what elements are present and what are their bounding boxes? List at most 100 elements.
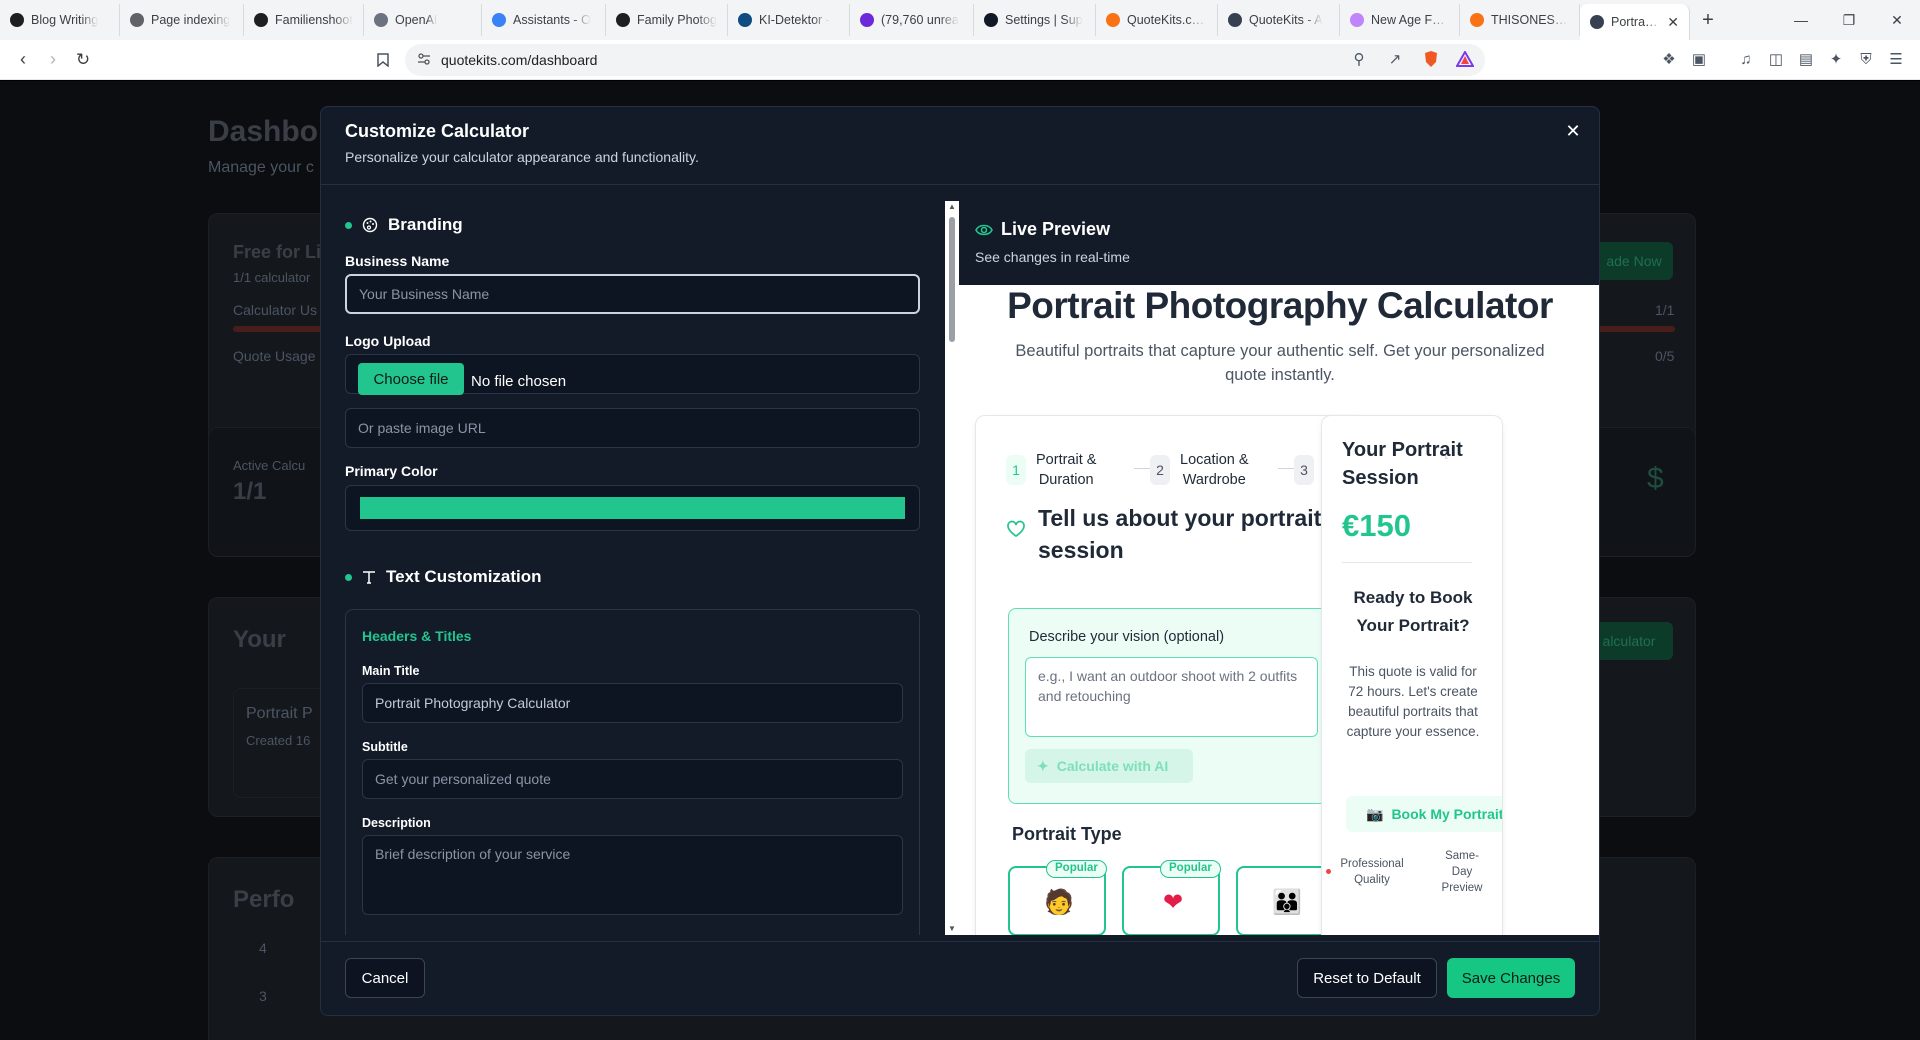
scroll-down-icon[interactable]: ▼ bbox=[948, 925, 956, 933]
share-icon[interactable]: ↗ bbox=[1384, 48, 1406, 70]
vision-placeholder: e.g., I want an outdoor shoot with 2 out… bbox=[1038, 668, 1298, 704]
quote-form-card: 1Portrait &Duration2Location &Wardrobe3A… bbox=[975, 415, 1365, 935]
browser-tab[interactable]: THISONESUR bbox=[1460, 4, 1580, 36]
browser-tab[interactable]: (79,760 unrea bbox=[850, 4, 974, 36]
dashboard-subtitle: Manage your c bbox=[208, 159, 314, 176]
new-tab-icon[interactable]: + bbox=[1690, 9, 1726, 32]
openai-icon bbox=[616, 13, 630, 27]
reset-default-button[interactable]: Reset to Default bbox=[1297, 958, 1437, 998]
description-textarea[interactable]: Brief description of your service bbox=[362, 835, 903, 915]
minimize-icon[interactable]: — bbox=[1778, 0, 1824, 40]
text-section-heading: Text Customization bbox=[345, 567, 542, 587]
browser-tab[interactable]: Assistants - O bbox=[482, 4, 606, 36]
browser-tab[interactable]: OpenAI bbox=[364, 4, 482, 36]
bookmark-icon[interactable] bbox=[372, 49, 394, 71]
heart-filled-icon: ❤ bbox=[1162, 889, 1184, 916]
browser-tab[interactable]: Family Photog bbox=[606, 4, 728, 36]
browser-tab[interactable]: Page indexing bbox=[120, 4, 244, 36]
browser-tab[interactable]: Settings | Sup bbox=[974, 4, 1096, 36]
text-customization-heading: Text Customization bbox=[386, 567, 542, 586]
modal-header: Customize Calculator Personalize your ca… bbox=[321, 107, 1599, 185]
text-icon bbox=[363, 571, 375, 584]
live-preview-title-row: Live Preview bbox=[975, 219, 1110, 240]
upgrade-button[interactable]: ade Now bbox=[1595, 242, 1673, 280]
portrait-type-card[interactable]: Popular ❤ bbox=[1122, 860, 1221, 935]
leo-ai-icon[interactable]: ✦ bbox=[1825, 48, 1847, 70]
portrait-type-card[interactable]: 👪 bbox=[1236, 866, 1334, 935]
logo-url-input[interactable]: Or paste image URL bbox=[345, 408, 920, 448]
brave-rewards-icon[interactable] bbox=[1454, 48, 1476, 70]
restore-icon[interactable]: ❐ bbox=[1826, 0, 1872, 40]
calc-usage-label: Calculator Us bbox=[233, 302, 318, 318]
step-item[interactable]: 1 Portrait & Duration bbox=[1006, 450, 1096, 490]
branding-heading: Branding bbox=[388, 215, 463, 234]
reload-icon[interactable]: ↻ bbox=[68, 45, 98, 75]
calculator-name: Portrait P bbox=[246, 705, 313, 722]
business-name-input[interactable]: Your Business Name bbox=[345, 274, 920, 314]
business-name-placeholder: Your Business Name bbox=[359, 286, 490, 302]
tab-title: Settings | Sup bbox=[1005, 13, 1083, 27]
browser-tab[interactable]: QuoteKits - A bbox=[1218, 4, 1340, 36]
cancel-button[interactable]: Cancel bbox=[345, 958, 425, 998]
browser-tab-strip: Blog Writing Page indexing Familienshoot Op… bbox=[0, 0, 1920, 40]
logo-file-input[interactable]: Choose file No file chosen bbox=[345, 354, 920, 395]
sidebar-icon[interactable]: ◫ bbox=[1765, 48, 1787, 70]
dollar-icon: $ bbox=[1647, 462, 1664, 495]
tab-title: New Age Foto bbox=[1371, 13, 1449, 27]
description-placeholder: Brief description of your service bbox=[375, 846, 571, 862]
browser-tab[interactable]: KI-Detektor - bbox=[728, 4, 850, 36]
step-label-line2: Wardrobe bbox=[1182, 472, 1246, 488]
step-number: 1 bbox=[1006, 455, 1026, 485]
scrollbar-thumb[interactable] bbox=[949, 217, 955, 342]
wallet-icon[interactable]: ▤ bbox=[1795, 48, 1817, 70]
address-bar[interactable]: quotekits.com/dashboard bbox=[405, 44, 1485, 76]
vision-textarea[interactable]: e.g., I want an outdoor shoot with 2 out… bbox=[1025, 657, 1318, 737]
choose-file-button[interactable]: Choose file bbox=[358, 363, 464, 395]
site-info-icon[interactable] bbox=[417, 52, 431, 66]
tab-title: QuoteKits.com bbox=[1127, 13, 1207, 27]
calculate-ai-button[interactable]: ✦ Calculate with AI bbox=[1025, 749, 1193, 783]
primary-color-input[interactable] bbox=[345, 485, 920, 531]
subtitle-placeholder: Get your personalized quote bbox=[375, 771, 551, 787]
portrait-type-card[interactable]: Popular 🧑 bbox=[1008, 860, 1107, 935]
feature-preview: Same-Day Preview bbox=[1441, 850, 1483, 894]
tab-title: Blog Writing bbox=[31, 13, 99, 27]
plan-sub: 1/1 calculator bbox=[233, 270, 311, 285]
scroll-up-icon[interactable]: ▲ bbox=[948, 203, 956, 211]
page-icon bbox=[1350, 13, 1364, 27]
menu-icon[interactable]: ☰ bbox=[1885, 48, 1907, 70]
browser-tab[interactable]: QuoteKits.com bbox=[1096, 4, 1218, 36]
business-name-label: Business Name bbox=[345, 253, 450, 269]
tab-close-icon[interactable]: ✕ bbox=[1667, 14, 1679, 31]
browser-tab[interactable]: Familienshoot bbox=[244, 4, 364, 36]
key-icon[interactable]: ⚲ bbox=[1348, 48, 1370, 70]
book-portrait-button[interactable]: 📷 Book My Portrait bbox=[1346, 796, 1502, 832]
person-icon: 🧑 bbox=[1044, 889, 1074, 916]
subtitle-input[interactable]: Get your personalized quote bbox=[362, 759, 903, 799]
brave-shield-icon[interactable] bbox=[1420, 48, 1442, 70]
extensions-icon[interactable]: ❖ bbox=[1658, 48, 1680, 70]
active-calc-value: 1/1 bbox=[233, 478, 267, 505]
step-item[interactable]: 2 Location & Wardrobe bbox=[1150, 450, 1249, 490]
back-icon[interactable]: ‹ bbox=[8, 45, 38, 75]
music-icon[interactable]: ♫ bbox=[1735, 48, 1757, 70]
browser-tab[interactable]: New Age Foto bbox=[1340, 4, 1460, 36]
main-title-input[interactable]: Portrait Photography Calculator bbox=[362, 683, 903, 723]
window-close-icon[interactable]: ✕ bbox=[1874, 0, 1920, 40]
live-preview-sub: See changes in real-time bbox=[975, 249, 1130, 265]
vision-box: Describe your vision (optional) e.g., I … bbox=[1008, 608, 1335, 804]
openai-icon bbox=[374, 13, 388, 27]
modal-title: Customize Calculator bbox=[345, 121, 530, 141]
close-icon[interactable]: ✕ bbox=[1561, 119, 1585, 143]
feature-quality: Professional Quality bbox=[1340, 858, 1404, 886]
save-changes-button[interactable]: Save Changes bbox=[1447, 958, 1575, 998]
vpn-icon[interactable]: ⛨ bbox=[1855, 48, 1877, 70]
url-text[interactable]: quotekits.com/dashboard bbox=[441, 52, 597, 68]
active-calc-label: Active Calcu bbox=[233, 458, 306, 473]
browser-tab[interactable]: Blog Writing bbox=[0, 4, 120, 36]
screenshot-icon[interactable]: ▣ bbox=[1688, 48, 1710, 70]
browser-tab[interactable]: Portrait P ✕ bbox=[1580, 4, 1690, 40]
performance-heading: Perfo bbox=[233, 886, 295, 913]
forward-icon[interactable]: › bbox=[38, 45, 68, 75]
calculator-title: Portrait Photography Calculator bbox=[1007, 285, 1553, 326]
